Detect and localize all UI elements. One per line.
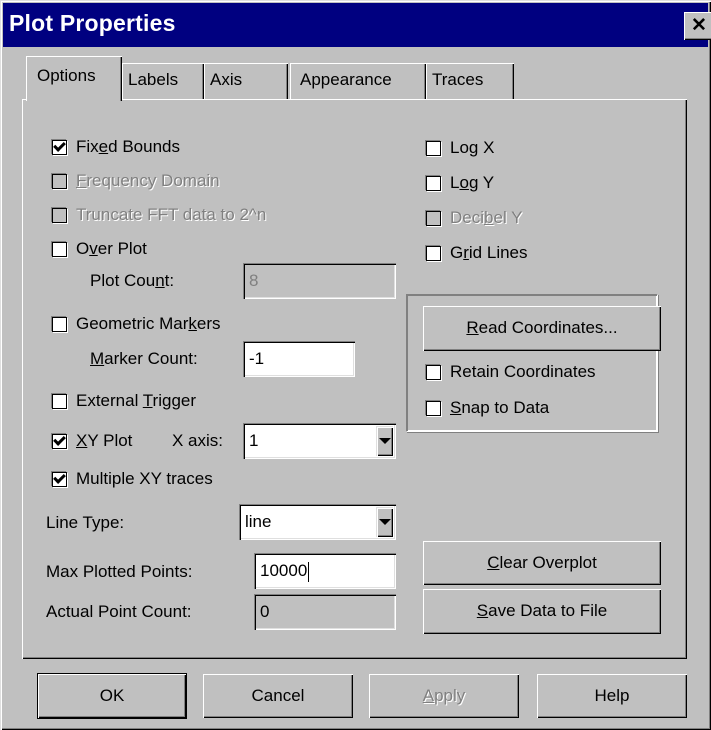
tab-labels[interactable]: Labels [122, 63, 204, 99]
marker-count-field[interactable]: -1 [243, 341, 355, 377]
close-icon: ✕ [691, 15, 707, 36]
frequency-domain-checkbox[interactable]: Frequency Domain [53, 170, 220, 192]
log-x-label: Log X [450, 138, 495, 157]
save-data-label: Save Data to File [476, 601, 608, 620]
retain-coordinates-checkbox[interactable]: Retain Coordinates [427, 361, 596, 383]
plot-count-value: 8 [249, 271, 259, 290]
line-type-label: Line Type: [46, 513, 125, 532]
chevron-down-icon[interactable] [376, 426, 393, 456]
x-axis-value: 1 [249, 431, 259, 450]
actual-point-count-field[interactable]: 0 [254, 594, 396, 630]
actual-point-count-value: 0 [260, 602, 270, 621]
checkbox-box [53, 432, 66, 448]
plot-properties-dialog: Plot Properties ✕ Options Labels Axis Ap… [0, 0, 711, 730]
title-bar: Plot Properties ✕ [3, 3, 711, 47]
tab-appearance[interactable]: Appearance [290, 63, 426, 99]
checkbox-box [427, 365, 440, 379]
clear-overplot-label: Clear Overplot [487, 553, 597, 572]
close-button[interactable]: ✕ [684, 12, 711, 40]
snap-to-data-checkbox[interactable]: Snap to Data [427, 397, 549, 419]
over-plot-label: Over Plot [76, 239, 147, 258]
truncate-fft-label: Truncate FFT data to 2^n [76, 205, 267, 224]
plot-count-field[interactable]: 8 [243, 263, 396, 299]
checkbox-box [53, 470, 66, 486]
truncate-fft-checkbox[interactable]: Truncate FFT data to 2^n [53, 204, 266, 226]
x-axis-select[interactable]: 1 [243, 423, 396, 459]
actual-point-count-label: Actual Point Count: [46, 602, 192, 621]
fixed-bounds-label: Fixed Bounds [76, 137, 180, 156]
xy-plot-label: XY Plot [76, 431, 133, 450]
ok-button[interactable]: OK [38, 674, 186, 718]
max-plotted-points-value: 10000 [260, 561, 308, 580]
multiple-xy-traces-label: Multiple XY traces [76, 469, 213, 488]
log-x-checkbox[interactable]: Log X [427, 137, 494, 159]
tab-axis-label: Axis [210, 70, 243, 89]
dialog-title: Plot Properties [9, 10, 176, 36]
grid-lines-checkbox[interactable]: Grid Lines [427, 242, 528, 264]
checkbox-box [53, 317, 66, 331]
decibel-y-checkbox[interactable]: Decibel Y [427, 207, 522, 229]
frequency-domain-label: Frequency Domain [76, 171, 220, 190]
checkbox-box [427, 246, 440, 260]
checkbox-box [427, 211, 440, 225]
decibel-y-label: Decibel Y [450, 208, 523, 227]
geometric-markers-label: Geometric Markers [76, 314, 221, 333]
line-type-value: line [245, 512, 272, 531]
help-button[interactable]: Help [537, 674, 687, 718]
checkbox-box [53, 174, 66, 188]
marker-count-label: Marker Count: [90, 349, 198, 368]
help-label: Help [594, 686, 630, 705]
log-y-label: Log Y [450, 173, 495, 192]
read-coordinates-button[interactable]: Read Coordinates... [423, 306, 661, 351]
tab-traces[interactable]: Traces [426, 63, 514, 99]
tab-labels-label: Labels [128, 70, 179, 89]
checkbox-box [53, 138, 66, 154]
checkbox-box [53, 208, 66, 222]
marker-count-value: -1 [249, 349, 265, 368]
snap-to-data-label: Snap to Data [450, 398, 550, 417]
xy-plot-checkbox[interactable]: XY Plot [53, 430, 132, 452]
cancel-label: Cancel [251, 686, 305, 705]
checkbox-box [427, 141, 440, 155]
apply-label: Apply [422, 686, 466, 705]
checkbox-box [427, 176, 440, 190]
checkbox-box [53, 242, 66, 256]
tab-options[interactable]: Options [26, 56, 122, 101]
cancel-button[interactable]: Cancel [203, 674, 353, 718]
multiple-xy-traces-checkbox[interactable]: Multiple XY traces [53, 468, 213, 490]
external-trigger-checkbox[interactable]: External Trigger [53, 390, 196, 412]
ok-label: OK [99, 686, 125, 705]
tab-axis[interactable]: Axis [204, 63, 288, 99]
log-y-checkbox[interactable]: Log Y [427, 172, 494, 194]
tab-appearance-label: Appearance [300, 70, 392, 89]
external-trigger-label: External Trigger [76, 391, 197, 410]
checkbox-box [53, 394, 66, 408]
line-type-select[interactable]: line [239, 504, 396, 540]
save-data-button[interactable]: Save Data to File [423, 589, 661, 634]
retain-coordinates-label: Retain Coordinates [450, 362, 596, 381]
plot-count-label: Plot Count: [90, 271, 175, 290]
chevron-down-icon[interactable] [376, 507, 393, 537]
tab-options-label: Options [37, 66, 96, 85]
max-plotted-points-field[interactable]: 10000 [254, 553, 396, 589]
checkbox-box [427, 401, 440, 415]
text-caret [308, 561, 310, 582]
fixed-bounds-checkbox[interactable]: Fixed Bounds [53, 136, 180, 158]
x-axis-label: X axis: [172, 431, 224, 450]
max-plotted-points-label: Max Plotted Points: [46, 562, 193, 581]
clear-overplot-button[interactable]: Clear Overplot [423, 541, 661, 585]
apply-button[interactable]: Apply [369, 674, 519, 718]
geometric-markers-checkbox[interactable]: Geometric Markers [53, 313, 221, 335]
read-coordinates-label: Read Coordinates... [466, 318, 618, 337]
grid-lines-label: Grid Lines [450, 243, 528, 262]
tab-traces-label: Traces [432, 70, 484, 89]
over-plot-checkbox[interactable]: Over Plot [53, 238, 147, 260]
